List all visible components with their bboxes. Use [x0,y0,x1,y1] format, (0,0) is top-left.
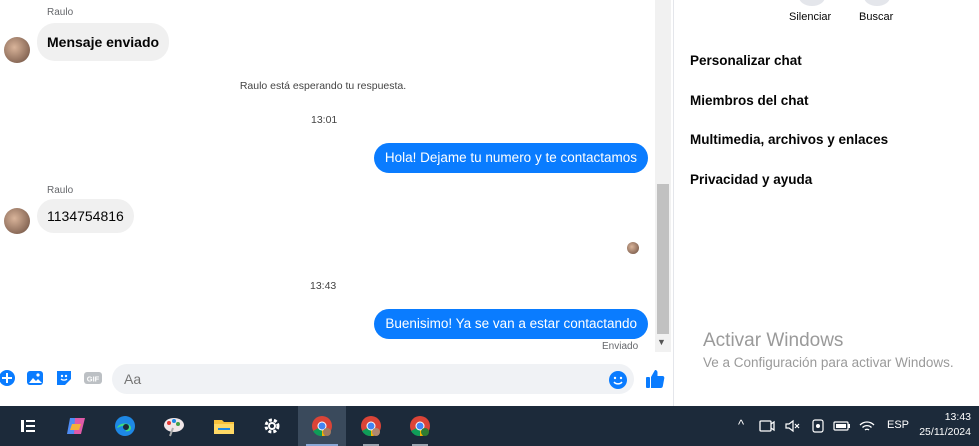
wifi-icon[interactable] [857,412,877,440]
menu-media-files-links[interactable]: Multimedia, archivos y enlaces [690,132,888,147]
timestamp: 13:01 [311,114,338,126]
show-hidden-icons-chevron-icon[interactable]: ^ [738,417,744,446]
mute-button-circle[interactable] [799,0,825,6]
message-text: Mensaje enviado [47,34,160,50]
contact-avatar[interactable] [4,208,30,234]
edge-browser-icon[interactable] [111,412,139,440]
screen: Raulo Mensaje enviado Raulo está esperan… [0,0,979,446]
message-composer: GIF [0,360,672,400]
emoji-icon[interactable] [608,370,628,390]
message-input[interactable] [112,364,634,394]
meet-now-icon[interactable] [757,412,777,440]
menu-customize-chat[interactable]: Personalizar chat [690,53,802,68]
message-text: Buenisimo! Ya se van a estar contactando [385,316,637,331]
scroll-down-arrow-icon[interactable]: ▼ [657,337,666,347]
copilot-icon[interactable] [62,412,90,440]
activate-windows-subtitle: Ve a Configuración para activar Windows. [703,355,954,370]
gif-icon[interactable]: GIF [83,368,103,388]
clock-time: 13:43 [944,411,971,423]
svg-text:GIF: GIF [87,375,100,384]
activate-windows-title: Activar Windows [703,330,844,351]
mute-button-label[interactable]: Silenciar [789,11,831,23]
contact-avatar[interactable] [4,37,30,63]
message-text: Hola! Dejame tu numero y te contactamos [384,150,637,165]
input-language[interactable]: ESP [887,419,909,446]
windows-taskbar: ^ ESP 13:43 25/11/2024 [0,406,979,446]
menu-chat-members[interactable]: Miembros del chat [690,93,809,108]
thumbs-up-icon[interactable] [644,368,665,388]
scrollbar-thumb[interactable] [657,184,669,334]
timestamp: 13:43 [310,280,337,292]
photo-icon[interactable] [25,368,45,388]
message-status: Enviado [602,341,639,352]
system-message: Raulo está esperando tu respuesta. [239,80,407,92]
file-explorer-icon[interactable] [210,412,238,440]
incoming-message[interactable]: Mensaje enviado [37,23,170,61]
search-button-circle[interactable] [864,0,890,6]
touch-keyboard-icon[interactable] [808,412,828,440]
seen-avatar [627,242,639,254]
chat-thread: Raulo Mensaje enviado Raulo está esperan… [0,0,672,406]
plus-circle-icon[interactable] [0,368,17,388]
outgoing-message[interactable]: Buenisimo! Ya se van a estar contactando [374,309,648,339]
incoming-message[interactable]: 1134754816 [37,199,134,233]
volume-muted-icon[interactable] [782,412,802,440]
battery-icon[interactable] [832,412,852,440]
menu-privacy-help[interactable]: Privacidad y ayuda [690,172,812,187]
task-view-icon[interactable] [14,412,42,440]
sticker-icon[interactable] [54,368,74,388]
chrome-profile-2-icon[interactable] [357,412,385,440]
system-clock[interactable]: 13:43 25/11/2024 [919,410,971,440]
chrome-profile-3-icon[interactable] [406,412,434,440]
outgoing-message[interactable]: Hola! Dejame tu numero y te contactamos [373,143,648,173]
paint-app-icon[interactable] [160,412,188,440]
chat-details-panel: Silenciar Buscar Personalizar chat Miemb… [673,0,979,406]
settings-gear-icon[interactable] [258,412,286,440]
clock-date: 25/11/2024 [919,426,971,438]
sender-name: Raulo [47,185,74,196]
sender-name: Raulo [47,7,74,18]
search-button-label[interactable]: Buscar [859,11,893,23]
chrome-profile-1-icon[interactable] [308,412,336,440]
message-text: 1134754816 [47,208,124,224]
